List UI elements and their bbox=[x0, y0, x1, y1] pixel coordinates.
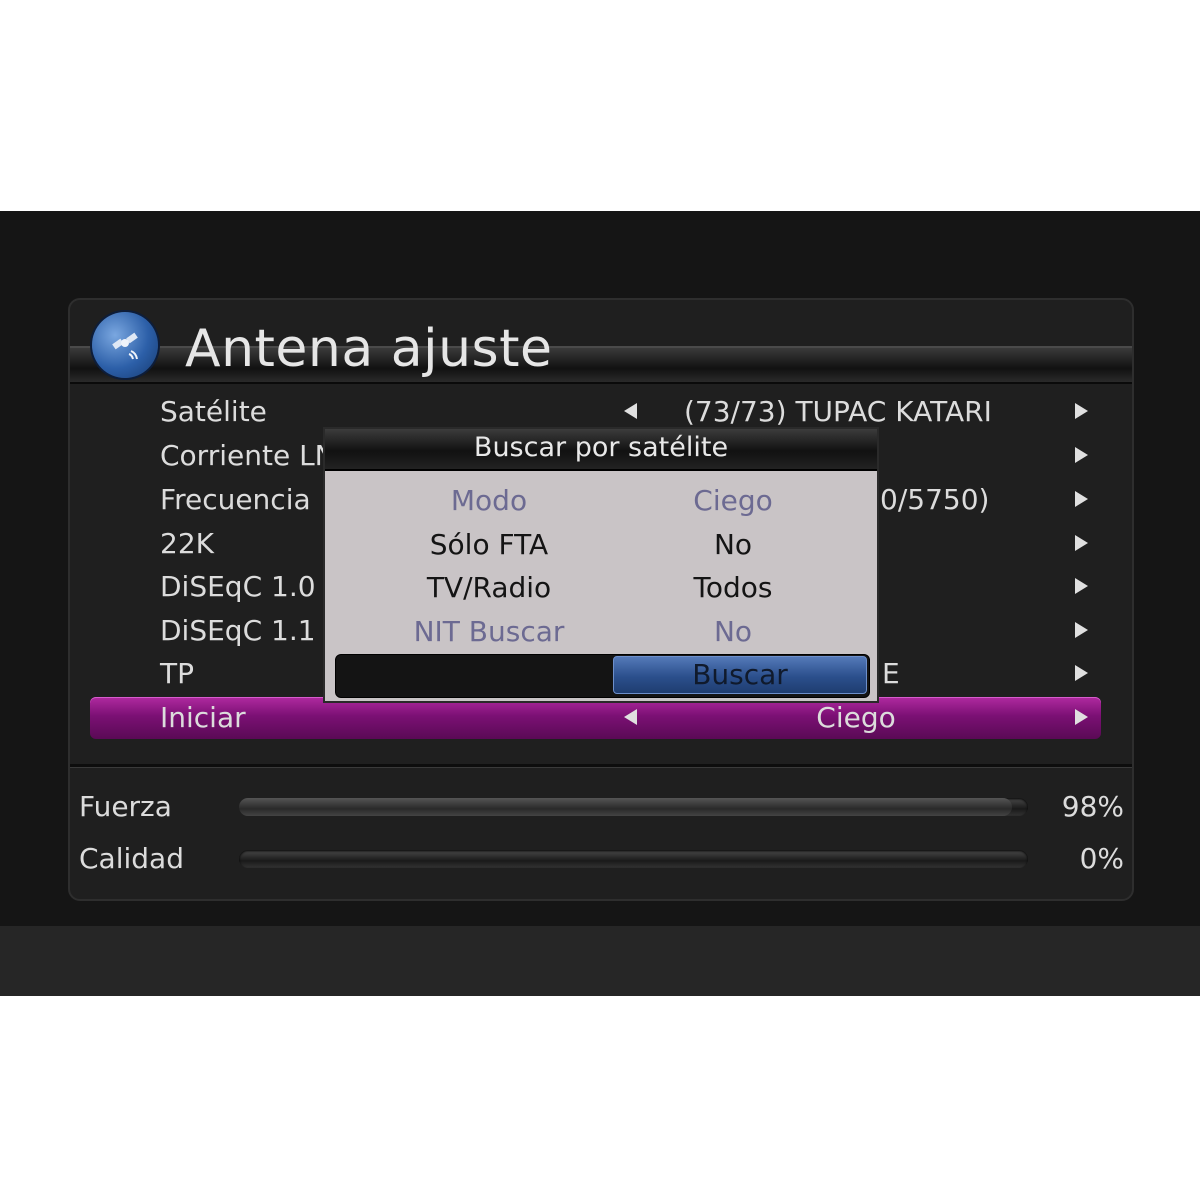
frequency-value: 0/5750) bbox=[880, 483, 990, 516]
satellite-value: (73/73) TUPAC KATARI bbox=[684, 395, 992, 428]
quality-value: 0% bbox=[1079, 842, 1124, 875]
right-arrow-icon[interactable] bbox=[1075, 403, 1088, 419]
screen-bottom-bar bbox=[0, 926, 1200, 996]
strength-bar bbox=[239, 798, 1028, 816]
dialog-item-fta-value[interactable]: No bbox=[613, 527, 853, 563]
menu-item-frequency-label[interactable]: Frecuencia bbox=[160, 482, 311, 518]
menu-item-tp-label[interactable]: TP bbox=[160, 656, 194, 692]
right-arrow-icon[interactable] bbox=[1075, 709, 1088, 725]
divider bbox=[70, 764, 1132, 768]
left-arrow-icon[interactable] bbox=[624, 403, 637, 419]
right-arrow-icon[interactable] bbox=[1075, 447, 1088, 463]
dialog-title: Buscar por satélite bbox=[325, 429, 877, 471]
right-arrow-icon[interactable] bbox=[1075, 578, 1088, 594]
dialog-item-nit-label[interactable]: NIT Buscar bbox=[369, 614, 609, 650]
right-arrow-icon[interactable] bbox=[1075, 535, 1088, 551]
menu-item-22k-label[interactable]: 22K bbox=[160, 526, 214, 562]
dialog-item-mode-value[interactable]: Ciego bbox=[613, 483, 853, 519]
strength-label: Fuerza bbox=[79, 790, 172, 823]
dialog-item-mode-label[interactable]: Modo bbox=[369, 483, 609, 519]
menu-item-diseqc10-label[interactable]: DiSEqC 1.0 bbox=[160, 569, 316, 605]
left-arrow-icon[interactable] bbox=[624, 709, 637, 725]
scan-dialog: Buscar por satélite Modo Ciego Sólo FTA … bbox=[323, 427, 879, 703]
right-arrow-icon[interactable] bbox=[1075, 665, 1088, 681]
dialog-item-tvradio-label[interactable]: TV/Radio bbox=[369, 570, 609, 606]
strength-value: 98% bbox=[1061, 790, 1124, 823]
menu-item-lnb-label[interactable]: Corriente LN bbox=[160, 438, 336, 474]
tp-value: E bbox=[882, 657, 900, 690]
quality-label: Calidad bbox=[79, 842, 184, 875]
search-button[interactable]: Buscar bbox=[613, 656, 867, 694]
strength-bar-fill bbox=[239, 798, 1013, 816]
dialog-item-tvradio-value[interactable]: Todos bbox=[613, 570, 853, 606]
menu-item-start-label[interactable]: Iniciar bbox=[160, 700, 246, 736]
dialog-item-fta-label[interactable]: Sólo FTA bbox=[369, 527, 609, 563]
menu-item-satellite-label[interactable]: Satélite bbox=[160, 394, 267, 430]
right-arrow-icon[interactable] bbox=[1075, 622, 1088, 638]
quality-bar bbox=[239, 850, 1028, 868]
start-value: Ciego bbox=[816, 701, 896, 734]
right-arrow-icon[interactable] bbox=[1075, 491, 1088, 507]
dialog-item-nit-value[interactable]: No bbox=[613, 614, 853, 650]
menu-item-diseqc11-label[interactable]: DiSEqC 1.1 bbox=[160, 613, 316, 649]
satellite-icon bbox=[92, 312, 158, 378]
page-title: Antena ajuste bbox=[185, 319, 553, 379]
